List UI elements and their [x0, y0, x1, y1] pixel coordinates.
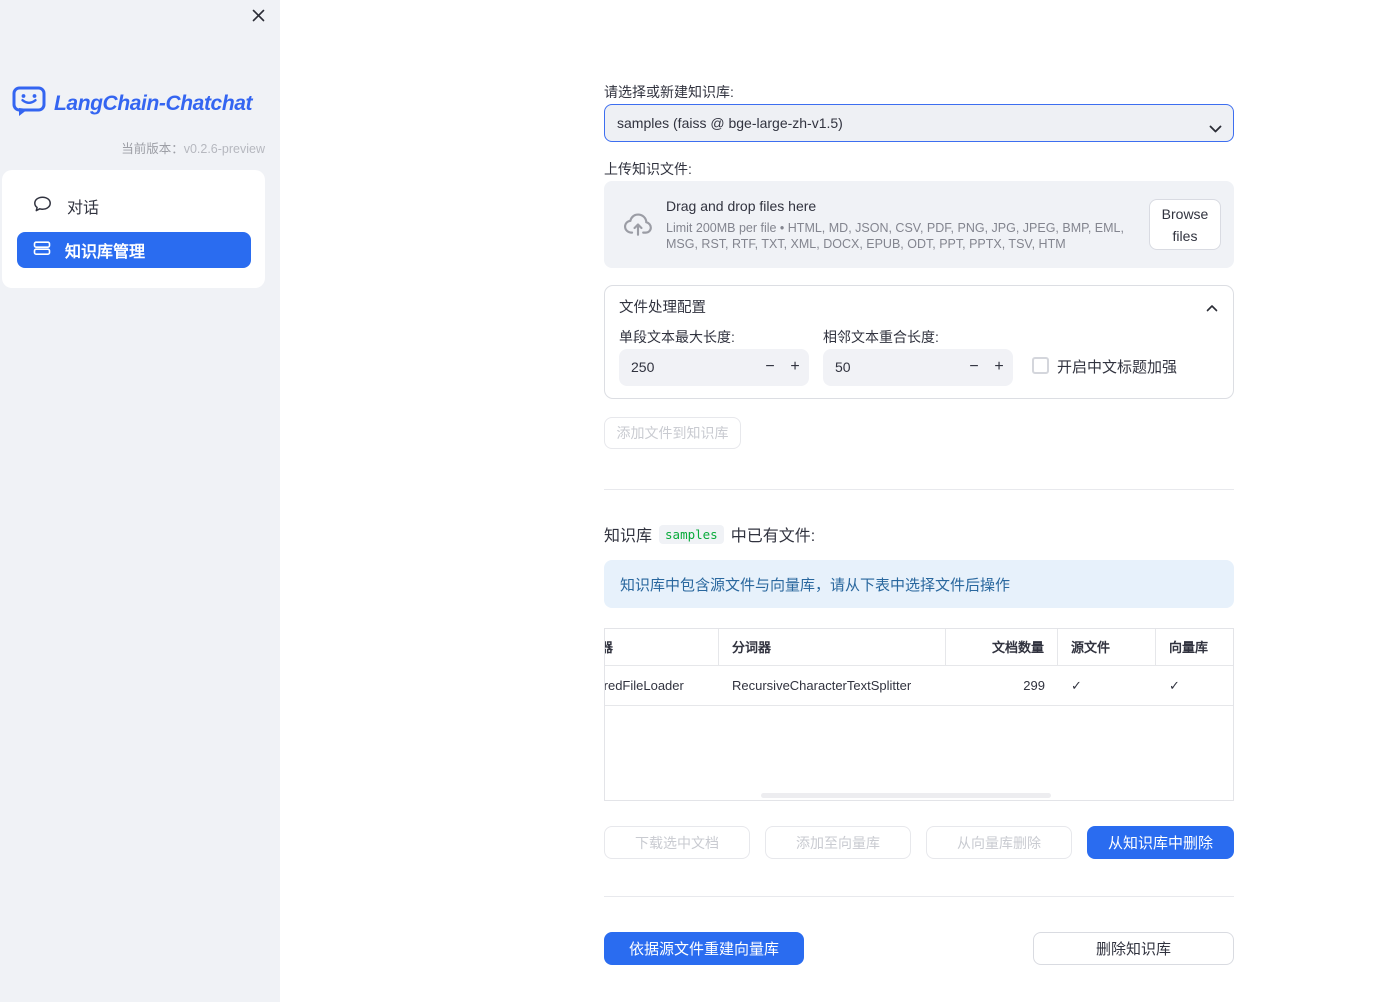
app-logo: LangChain-Chatchat: [12, 86, 253, 122]
zh-title-enhance-checkbox[interactable]: [1032, 357, 1049, 374]
expander-title[interactable]: 文件处理配置: [619, 296, 706, 317]
chat-bubble-icon: [33, 195, 52, 218]
file-dropzone[interactable]: Drag and drop files here Limit 200MB per…: [604, 181, 1234, 268]
table-cell-vector-check[interactable]: ✓: [1156, 666, 1233, 706]
version-value: v0.2.6-preview: [183, 142, 265, 156]
plus-stepper-button[interactable]: +: [782, 349, 808, 386]
stack-icon: [33, 239, 51, 262]
close-icon: [251, 8, 266, 28]
main-content: 请选择或新建知识库: samples (faiss @ bge-large-zh…: [604, 0, 1234, 1002]
table-cell-splitter[interactable]: RecursiveCharacterTextSplitter: [719, 666, 946, 706]
info-banner: 知识库中包含源文件与向量库，请从下表中选择文件后操作: [604, 560, 1234, 608]
table-cell-source-check[interactable]: ✓: [1058, 666, 1156, 706]
sidebar-item-chat[interactable]: 对话: [33, 189, 99, 223]
column-header-vector-store[interactable]: 向量库: [1156, 629, 1233, 666]
dropzone-hint: Limit 200MB per file • HTML, MD, JSON, C…: [666, 221, 1124, 251]
chunk-size-label: 单段文本最大长度:: [619, 329, 735, 345]
version-label: 当前版本：: [121, 142, 184, 156]
kb-files-prefix: 知识库: [604, 528, 653, 545]
add-to-vectorstore-button[interactable]: 添加至向量库: [765, 826, 911, 859]
chat-smiley-logo-icon: [12, 86, 46, 122]
dropzone-title: Drag and drop files here: [666, 198, 817, 214]
plus-stepper-button[interactable]: +: [986, 349, 1012, 386]
table-cell-doc-count[interactable]: 299: [946, 666, 1058, 706]
delete-from-kb-button[interactable]: 从知识库中删除: [1087, 826, 1234, 859]
kb-files-heading: 知识库 samples 中已有文件:: [604, 522, 815, 546]
sidebar-close-button[interactable]: [248, 8, 268, 28]
cloud-upload-icon: [620, 210, 656, 243]
kb-files-table[interactable]: 文档加载器 分词器 文档数量 源文件 向量库 UnstructuredFileL…: [604, 628, 1234, 801]
column-header-doc-count[interactable]: 文档数量: [946, 629, 1058, 666]
chunk-overlap-label: 相邻文本重合长度:: [823, 329, 939, 345]
info-banner-text: 知识库中包含源文件与向量库，请从下表中选择文件后操作: [620, 576, 1011, 594]
kb-select-label: 请选择或新建知识库:: [604, 84, 734, 100]
column-header-splitter[interactable]: 分词器: [719, 629, 946, 666]
delete-kb-button[interactable]: 删除知识库: [1033, 932, 1234, 965]
chunk-overlap-input[interactable]: 50 − +: [823, 349, 1013, 386]
minus-stepper-button[interactable]: −: [757, 349, 783, 386]
chevron-down-icon: [1209, 120, 1222, 136]
sidebar-item-kb-label: 知识库管理: [65, 244, 146, 261]
sidebar: LangChain-Chatchat 当前版本：v0.2.6-preview 对…: [0, 0, 280, 1002]
chunk-size-value: 250: [631, 359, 655, 375]
kb-files-suffix: 中已有文件:: [730, 528, 816, 545]
horizontal-scrollbar[interactable]: [761, 793, 1051, 798]
file-config-expander: 文件处理配置 单段文本最大长度: 相邻文本重合长度: 250 − + 50 − …: [604, 285, 1234, 399]
minus-stepper-button[interactable]: −: [961, 349, 987, 386]
kb-name-code: samples: [659, 524, 724, 544]
add-files-to-kb-button[interactable]: 添加文件到知识库: [604, 417, 741, 449]
divider: [604, 489, 1234, 490]
upload-label: 上传知识文件:: [604, 161, 692, 177]
sidebar-item-chat-label: 对话: [67, 200, 100, 217]
sidebar-menu: 对话 知识库管理: [2, 170, 265, 288]
version-line: 当前版本：v0.2.6-preview: [121, 138, 265, 157]
browse-files-button[interactable]: Browse files: [1149, 199, 1221, 250]
table-grid: 文档加载器 分词器 文档数量 源文件 向量库 UnstructuredFileL…: [605, 629, 1233, 706]
chunk-overlap-value: 50: [835, 359, 851, 375]
app-title: LangChain-Chatchat: [54, 92, 253, 115]
chunk-size-input[interactable]: 250 − +: [619, 349, 809, 386]
column-header-source-file[interactable]: 源文件: [1058, 629, 1156, 666]
kb-selectbox-value: samples (faiss @ bge-large-zh-v1.5): [617, 115, 843, 131]
download-selected-button[interactable]: 下载选中文档: [604, 826, 750, 859]
rebuild-vectorstore-button[interactable]: 依据源文件重建向量库: [604, 932, 804, 965]
zh-title-enhance-label: 开启中文标题加强: [1057, 359, 1178, 376]
kb-selectbox[interactable]: samples (faiss @ bge-large-zh-v1.5): [604, 104, 1234, 142]
divider: [604, 896, 1234, 897]
sidebar-item-kb-management[interactable]: 知识库管理: [17, 232, 251, 268]
table-cell-loader[interactable]: UnstructuredFileLoader: [605, 666, 719, 706]
column-header-loader[interactable]: 文档加载器: [605, 629, 719, 666]
delete-from-vectorstore-button[interactable]: 从向量库删除: [926, 826, 1072, 859]
chevron-up-icon[interactable]: [1206, 299, 1218, 317]
